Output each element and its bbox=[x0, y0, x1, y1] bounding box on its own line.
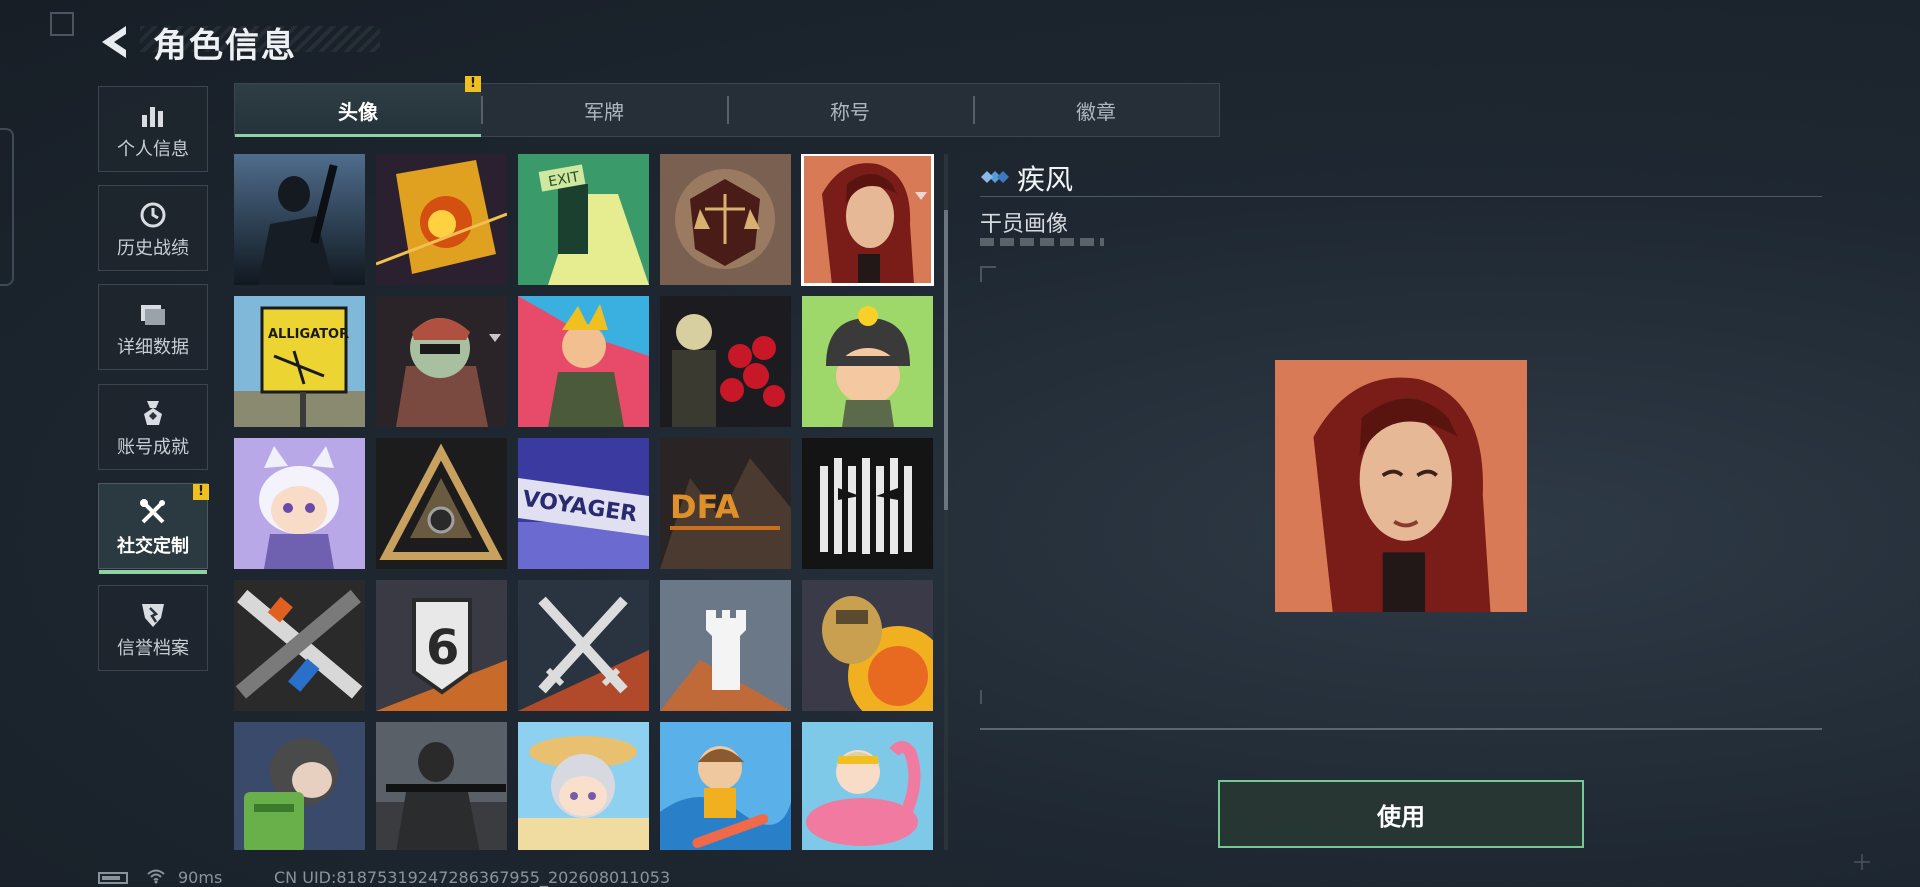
avatar-name: 疾风 bbox=[1017, 163, 1074, 196]
logo-text: DFA bbox=[670, 488, 740, 526]
divider bbox=[980, 728, 1822, 730]
bar-chart-icon bbox=[142, 107, 163, 127]
masked-man-avatar[interactable] bbox=[376, 296, 507, 427]
frame-corner bbox=[980, 690, 996, 704]
tab-label: 军牌 bbox=[584, 99, 624, 124]
red-hair-woman-avatar[interactable] bbox=[801, 154, 934, 286]
cartoon-backpack-soldier-avatar[interactable] bbox=[234, 722, 365, 850]
skull-roses-avatar[interactable] bbox=[660, 296, 791, 427]
voyager-graffiti-avatar[interactable]: VOYAGER bbox=[518, 438, 649, 569]
marker-icon bbox=[915, 192, 927, 200]
tab-avatar[interactable]: 头像 ! bbox=[235, 76, 481, 137]
tab-label: 头像 bbox=[338, 99, 378, 124]
frame-corner bbox=[980, 266, 996, 282]
sign-text: ALLIGATOR bbox=[268, 327, 349, 342]
soldier-dark-avatar[interactable] bbox=[234, 154, 365, 285]
tab-dog-tag[interactable]: 军牌 bbox=[481, 84, 727, 136]
divider bbox=[980, 196, 1822, 197]
use-button[interactable]: 使用 bbox=[1218, 780, 1584, 848]
flamingo-float-chibi-avatar[interactable] bbox=[802, 722, 933, 850]
tab-badge[interactable]: 徽章 bbox=[973, 84, 1219, 136]
sidebar-item-label: 个人信息 bbox=[117, 139, 189, 160]
shield-number: 6 bbox=[426, 620, 459, 676]
page-title: 角色信息 bbox=[153, 26, 297, 66]
sidebar-item-achievements[interactable]: 账号成就 bbox=[98, 384, 208, 470]
sidebar-item-label: 信誉档案 bbox=[117, 638, 189, 659]
golden-armor-avatar[interactable] bbox=[802, 580, 933, 711]
folder-data-icon bbox=[141, 305, 165, 325]
obscured-description bbox=[980, 238, 1104, 246]
tab-bar: 头像 ! 军牌 称号 徽章 bbox=[234, 76, 1220, 137]
grid-scroll-thumb[interactable] bbox=[944, 210, 948, 510]
ping-readout: 90ms bbox=[178, 868, 223, 887]
sidebar-item-label: 历史战绩 bbox=[117, 238, 189, 259]
wifi-icon bbox=[147, 869, 165, 884]
dfa-logo-avatar[interactable]: DFA bbox=[660, 438, 791, 569]
triangle-emblem-avatar[interactable] bbox=[376, 438, 507, 569]
fire-poster-avatar[interactable] bbox=[376, 154, 507, 285]
alligator-sign-avatar[interactable]: ALLIGATOR bbox=[234, 296, 365, 427]
uid-readout: CN UID:8187531924728636795​5_20260801105… bbox=[274, 868, 671, 887]
sidebar-item-label: 账号成就 bbox=[117, 437, 189, 458]
sidebar-item-detailed-data[interactable]: 详细数据 bbox=[98, 284, 208, 370]
diamond-rarity-icon bbox=[981, 171, 1009, 183]
surfer-boy-chibi-avatar[interactable] bbox=[660, 722, 791, 850]
tools-wrench-icon bbox=[140, 499, 165, 524]
alert-badge: ! bbox=[465, 76, 481, 92]
exit-door-avatar[interactable]: EXIT bbox=[518, 154, 649, 285]
sidebar-item-label: 详细数据 bbox=[117, 337, 189, 358]
edge-pull-tab[interactable] bbox=[0, 128, 14, 286]
plus-icon bbox=[1854, 854, 1870, 870]
cat-girl-chibi-avatar[interactable] bbox=[234, 438, 365, 569]
sniper-soldier-avatar[interactable] bbox=[376, 722, 507, 850]
battery-icon bbox=[98, 872, 128, 884]
history-clock-icon bbox=[140, 202, 166, 228]
active-indicator bbox=[99, 570, 207, 574]
sidebar-item-personal-info[interactable]: 个人信息 bbox=[98, 86, 208, 172]
sidebar-item-credit-record[interactable]: 信誉档案 bbox=[98, 585, 208, 671]
tab-title[interactable]: 称号 bbox=[727, 84, 973, 136]
alert-badge: ! bbox=[193, 484, 209, 500]
beach-girl-chibi-avatar[interactable] bbox=[518, 722, 649, 850]
tab-label: 徽章 bbox=[1076, 99, 1116, 124]
tower-rook-avatar[interactable] bbox=[660, 580, 791, 711]
credit-shield-icon bbox=[142, 604, 164, 627]
achievement-medal-icon bbox=[144, 401, 162, 425]
sidebar-item-social-custom[interactable]: 社交定制 ! bbox=[98, 483, 209, 574]
number-six-shield-avatar[interactable]: 6 bbox=[376, 580, 507, 711]
checkbox-icon[interactable] bbox=[50, 12, 74, 36]
chibi-helmet-duck-avatar[interactable] bbox=[802, 296, 933, 427]
tab-label: 称号 bbox=[830, 99, 870, 124]
cartoon-soldier-colorful-avatar[interactable] bbox=[518, 296, 649, 427]
marker-icon bbox=[489, 334, 501, 342]
avatar-preview-image bbox=[1275, 360, 1527, 612]
sidebar-item-label: 社交定制 bbox=[117, 536, 189, 557]
scales-emblem-avatar[interactable] bbox=[660, 154, 791, 285]
crossed-swords-avatar[interactable] bbox=[518, 580, 649, 711]
crossed-guns-avatar[interactable] bbox=[234, 580, 365, 711]
avatar-type: 干员画像 bbox=[980, 212, 1069, 237]
sidebar-item-history[interactable]: 历史战绩 bbox=[98, 185, 208, 271]
avatar-grid: EXIT ALLIGATOR VOYAGER DFA 6 bbox=[234, 154, 936, 850]
back-arrow-icon[interactable] bbox=[96, 22, 132, 62]
barcode-mask-avatar[interactable] bbox=[802, 438, 933, 569]
